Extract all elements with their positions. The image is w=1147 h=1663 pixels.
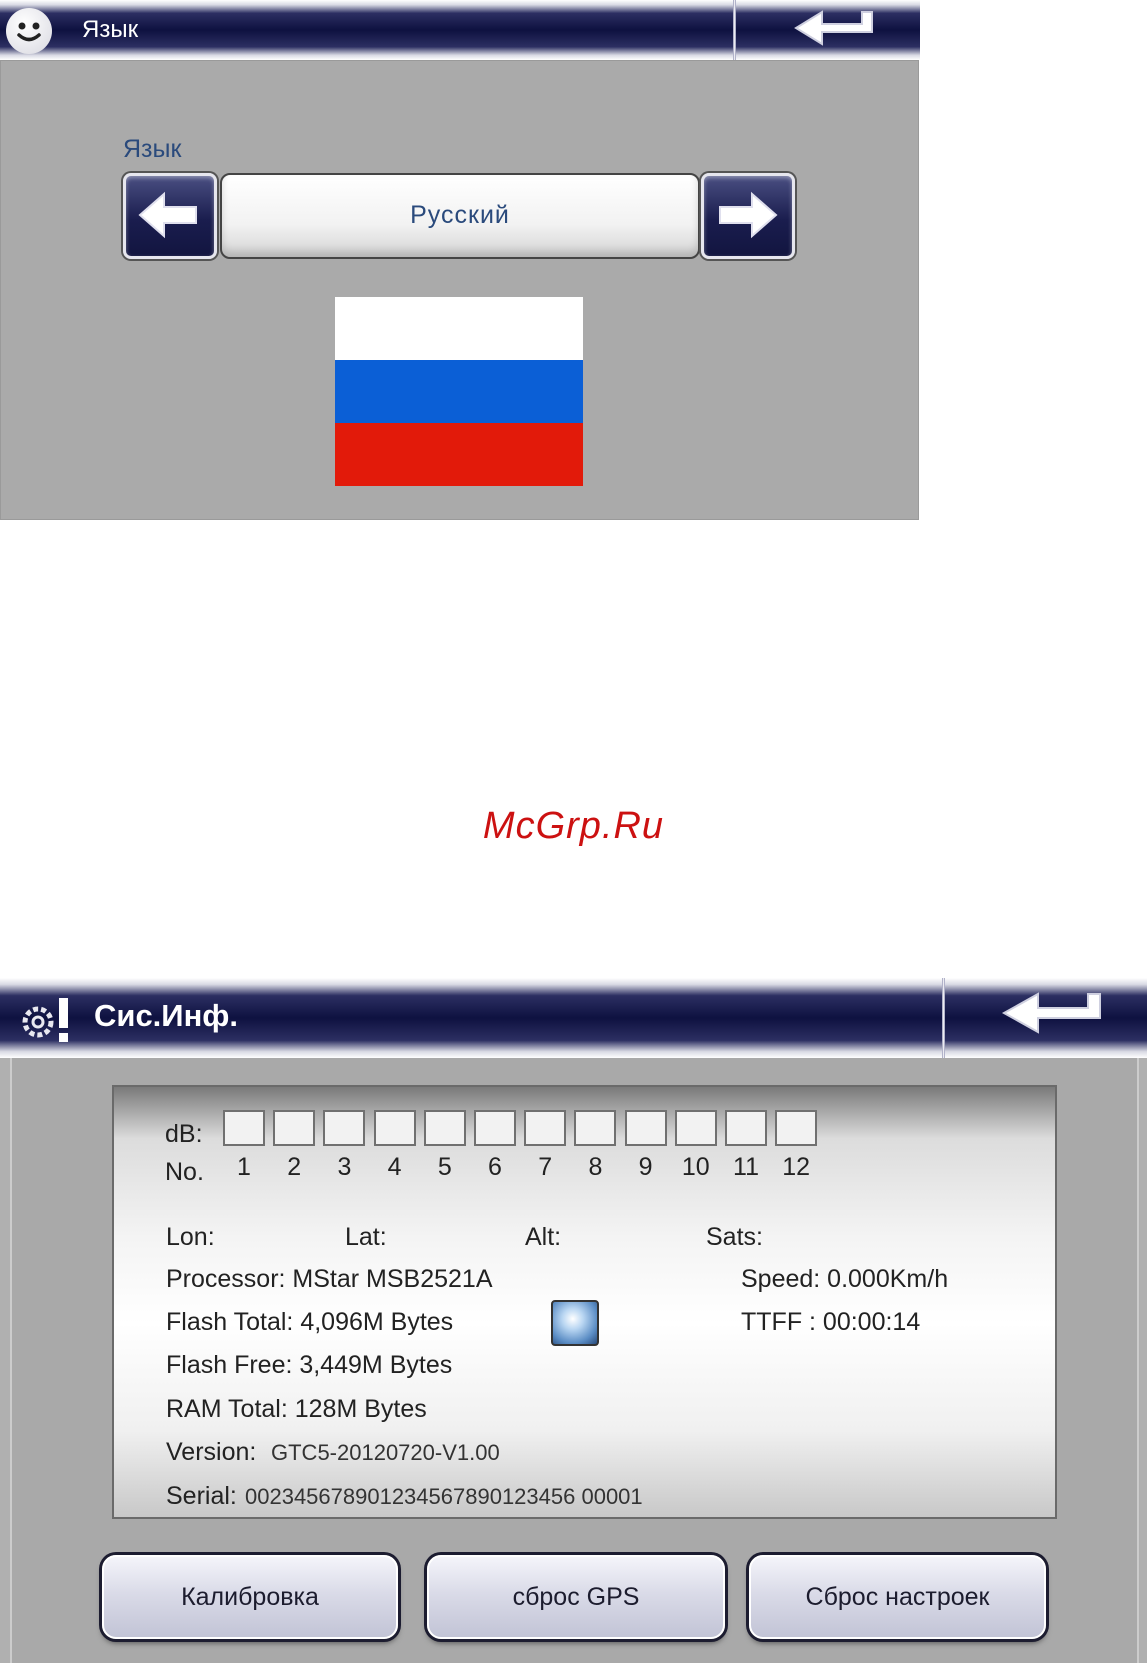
serial-value: 002345678901234567890123456 00001 xyxy=(245,1484,643,1509)
header-divider xyxy=(942,978,945,1058)
previous-language-button[interactable] xyxy=(123,173,217,259)
reset-settings-button[interactable]: Сброс настроек xyxy=(749,1555,1046,1639)
satellite-number-9: 9 xyxy=(638,1153,653,1181)
version-value: GTC5-20120720-V1.00 xyxy=(271,1440,500,1465)
settings-warning-icon xyxy=(22,998,68,1042)
alt-label: Alt: xyxy=(525,1223,562,1251)
signal-box-7 xyxy=(524,1110,567,1146)
reset-settings-button-label: Сброс настроек xyxy=(805,1583,990,1611)
page-title: Сис.Инф. xyxy=(94,998,239,1033)
satellite-number-12: 12 xyxy=(782,1153,811,1181)
signal-box-2 xyxy=(273,1110,316,1146)
selected-language: Русский xyxy=(410,201,510,229)
no-label: No. xyxy=(165,1158,204,1186)
signal-box-4 xyxy=(373,1110,416,1146)
satellite-number-11: 11 xyxy=(733,1153,759,1181)
speed-info: Speed: 0.000Km/h xyxy=(741,1265,949,1293)
satellite-number-10: 10 xyxy=(681,1153,710,1181)
signal-box-11 xyxy=(725,1110,767,1146)
header-divider xyxy=(733,0,736,60)
back-arrow-icon[interactable] xyxy=(998,990,1108,1040)
calibrate-button-label: Калибровка xyxy=(181,1583,319,1611)
calibrate-button[interactable]: Калибровка xyxy=(102,1555,398,1639)
signal-box-3 xyxy=(323,1110,366,1146)
smiley-icon xyxy=(6,8,52,54)
watermark: McGrp.Ru xyxy=(482,805,665,847)
flash-free-info: Flash Free: 3,449M Bytes xyxy=(166,1351,453,1379)
language-header-bar: Язык xyxy=(0,0,920,60)
flash-total-info: Flash Total: 4,096M Bytes xyxy=(166,1308,454,1336)
arrow-right-icon xyxy=(719,191,778,239)
satellite-number-8: 8 xyxy=(588,1153,603,1181)
db-label: dB: xyxy=(165,1120,203,1148)
serial-label: Serial: xyxy=(166,1482,237,1510)
satellite-number-3: 3 xyxy=(337,1153,352,1181)
reset-gps-button[interactable]: сброс GPS xyxy=(427,1555,725,1639)
satellite-number-7: 7 xyxy=(538,1153,553,1181)
ttff-info: TTFF : 00:00:14 xyxy=(741,1308,921,1336)
back-arrow-icon[interactable] xyxy=(790,8,880,52)
page-title: Язык xyxy=(82,16,139,43)
language-field-label: Язык xyxy=(123,135,182,163)
russian-flag-image xyxy=(335,297,583,486)
flag-stripe-white xyxy=(335,297,583,360)
ram-total-info: RAM Total: 128M Bytes xyxy=(166,1395,427,1423)
satellite-number-4: 4 xyxy=(387,1153,402,1181)
satellite-number-5: 5 xyxy=(437,1153,452,1181)
signal-box-9 xyxy=(624,1110,667,1146)
reset-gps-button-label: сброс GPS xyxy=(512,1583,640,1611)
processor-info: Processor: MStar MSB2521A xyxy=(166,1265,493,1293)
signal-box-12 xyxy=(775,1110,818,1146)
signal-box-8 xyxy=(574,1110,617,1146)
signal-box-1 xyxy=(223,1110,265,1146)
language-panel: Язык Русский xyxy=(0,60,919,520)
signal-box-10 xyxy=(674,1110,717,1146)
satellite-number-1: 1 xyxy=(237,1153,251,1181)
language-selector[interactable]: Русский xyxy=(220,173,700,259)
lat-label: Lat: xyxy=(345,1223,387,1251)
lon-label: Lon: xyxy=(166,1223,215,1251)
next-language-button[interactable] xyxy=(701,173,795,259)
version-label: Version: xyxy=(166,1438,257,1466)
sats-label: Sats: xyxy=(706,1223,763,1251)
satellite-number-6: 6 xyxy=(488,1153,502,1181)
signal-box-6 xyxy=(474,1110,516,1146)
arrow-left-icon xyxy=(138,191,197,239)
signal-box-5 xyxy=(423,1110,466,1146)
satellite-number-2: 2 xyxy=(287,1153,302,1181)
flag-stripe-blue xyxy=(335,360,583,423)
sysinfo-header-bar: Сис.Инф. xyxy=(0,978,1147,1058)
globe-icon xyxy=(551,1300,599,1346)
flag-stripe-red xyxy=(335,423,583,486)
